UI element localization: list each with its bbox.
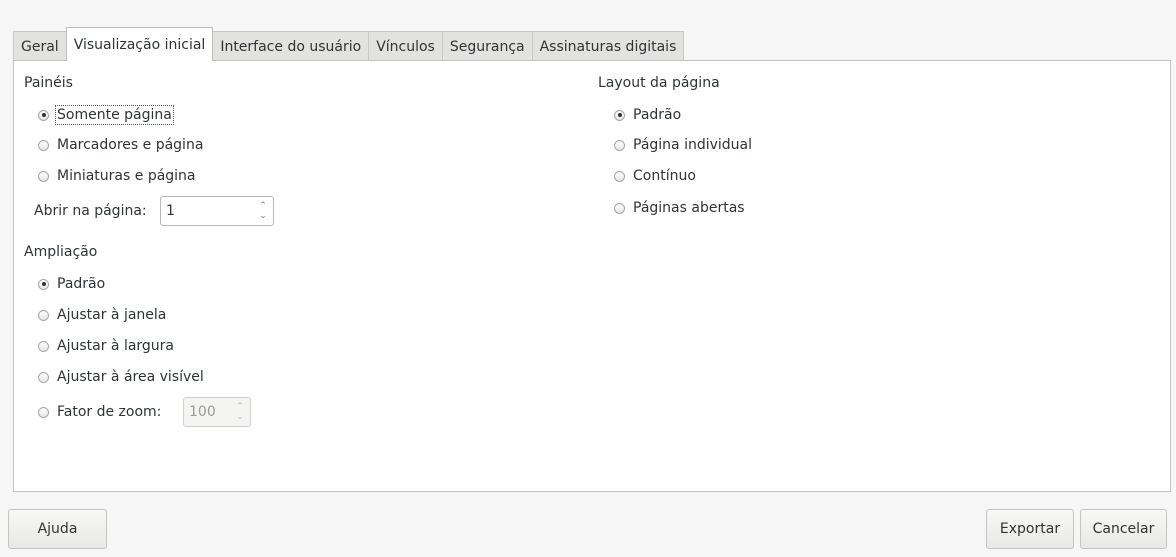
panels-option-thumbnails-page[interactable]: Miniaturas e página (38, 166, 196, 186)
radio-unchecked-icon[interactable] (38, 139, 49, 151)
radio-unchecked-icon[interactable] (38, 406, 49, 418)
zoom-option-zoom-factor[interactable]: Fator de zoom: (38, 402, 161, 422)
layout-option-continuous[interactable]: Contínuo (614, 166, 696, 186)
zoom-factor-value[interactable]: 100 (184, 404, 233, 420)
radio-unchecked-icon[interactable] (38, 371, 49, 383)
chevron-down-icon[interactable]: ⌄ (259, 211, 267, 221)
chevron-up-icon[interactable]: ⌃ (259, 201, 267, 211)
panels-option-page-only[interactable]: Somente página (38, 105, 174, 125)
radio-label: Fator de zoom: (57, 404, 162, 420)
tab-general[interactable]: Geral (13, 31, 67, 61)
export-button[interactable]: Exportar (986, 509, 1074, 549)
radio-label: Ajustar à janela (57, 307, 167, 323)
cancel-button[interactable]: Cancelar (1080, 509, 1167, 549)
layout-option-default[interactable]: Padrão (614, 105, 681, 125)
radio-label: Padrão (57, 276, 106, 292)
radio-label: Miniaturas e página (57, 168, 196, 184)
spin-arrows[interactable]: ⌃ ⌄ (256, 197, 273, 225)
panels-option-bookmarks-page[interactable]: Marcadores e página (38, 135, 203, 155)
tab-initial-view[interactable]: Visualização inicial (65, 27, 214, 61)
radio-label: Página individual (633, 137, 753, 153)
page-layout-heading: Layout da página (598, 75, 720, 91)
radio-unchecked-icon[interactable] (38, 340, 49, 352)
radio-label: Padrão (633, 107, 682, 123)
tab-bar: Geral Visualização inicial Interface do … (13, 27, 685, 61)
radio-label: Páginas abertas (633, 200, 745, 216)
layout-option-single-page[interactable]: Página individual (614, 135, 752, 155)
tab-content-panel (13, 60, 1171, 492)
radio-label: Marcadores e página (57, 137, 204, 153)
chevron-up-icon[interactable]: ⌃ (236, 402, 244, 412)
radio-checked-icon[interactable] (614, 109, 625, 121)
open-page-spinbox[interactable]: 1 ⌃ ⌄ (160, 196, 274, 226)
zoom-option-fit-window[interactable]: Ajustar à janela (38, 305, 166, 325)
tab-user-interface[interactable]: Interface do usuário (212, 31, 370, 61)
open-page-label: Abrir na página: (34, 203, 147, 219)
zoom-option-fit-width[interactable]: Ajustar à largura (38, 336, 174, 356)
zoom-factor-spinbox[interactable]: 100 ⌃ ⌄ (183, 397, 251, 427)
radio-unchecked-icon[interactable] (614, 170, 625, 182)
radio-unchecked-icon[interactable] (614, 139, 625, 151)
radio-unchecked-icon[interactable] (614, 202, 625, 214)
zoom-option-fit-visible[interactable]: Ajustar à área visível (38, 367, 204, 387)
layout-option-facing-pages[interactable]: Páginas abertas (614, 198, 745, 218)
radio-label: Somente página (55, 105, 174, 125)
chevron-down-icon[interactable]: ⌄ (236, 412, 244, 422)
tab-digital-signatures[interactable]: Assinaturas digitais (531, 31, 685, 61)
radio-unchecked-icon[interactable] (38, 170, 49, 182)
tab-security[interactable]: Segurança (441, 31, 533, 61)
help-button[interactable]: Ajuda (8, 509, 107, 549)
tab-links[interactable]: Vínculos (368, 31, 443, 61)
magnification-heading: Ampliação (24, 244, 98, 260)
open-page-value[interactable]: 1 (161, 203, 256, 219)
radio-label: Ajustar à largura (57, 338, 175, 354)
radio-label: Contínuo (633, 168, 696, 184)
panels-heading: Painéis (24, 75, 73, 91)
zoom-option-default[interactable]: Padrão (38, 274, 105, 294)
spin-arrows[interactable]: ⌃ ⌄ (233, 398, 250, 426)
radio-label: Ajustar à área visível (57, 369, 204, 385)
radio-checked-icon[interactable] (38, 278, 49, 290)
radio-unchecked-icon[interactable] (38, 309, 49, 321)
radio-checked-icon[interactable] (38, 109, 49, 121)
